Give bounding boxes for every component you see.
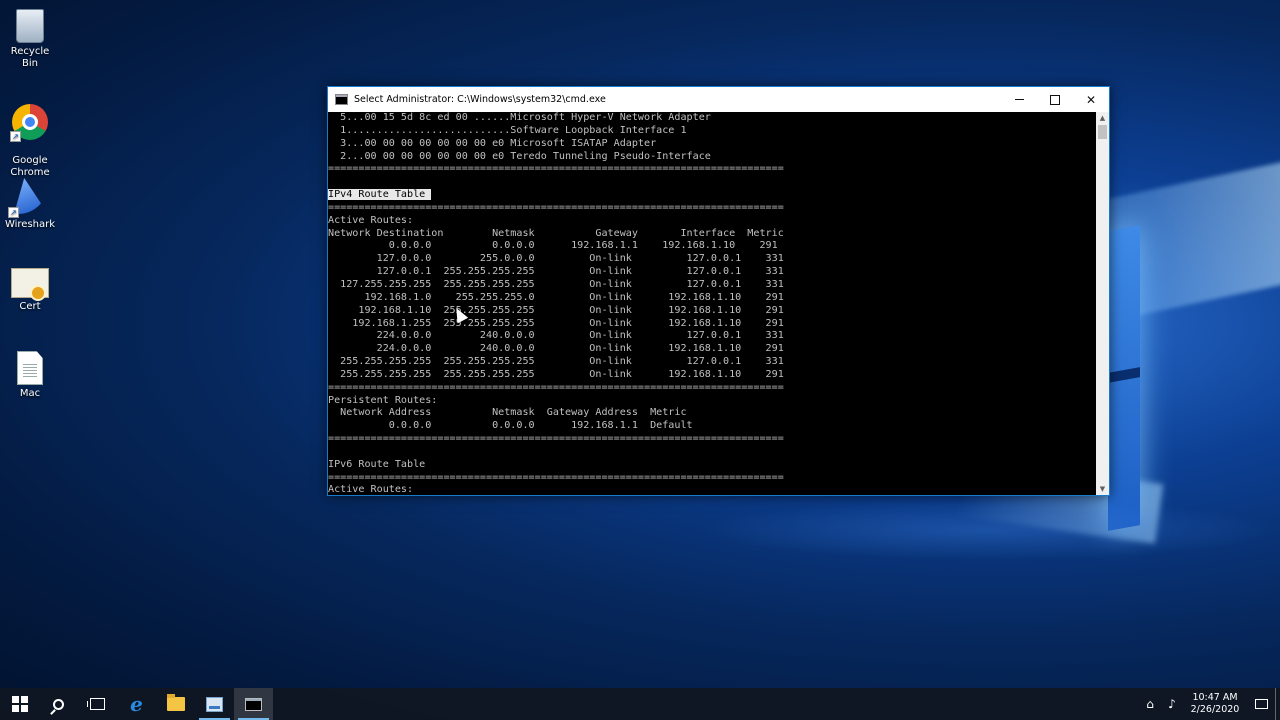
cmd-icon: [335, 94, 348, 105]
text-file-icon: [17, 351, 43, 385]
close-button[interactable]: ✕: [1073, 87, 1109, 112]
taskbar-server-manager[interactable]: [195, 688, 234, 720]
task-view-button[interactable]: [78, 688, 117, 720]
console-line: ========================================…: [328, 381, 784, 393]
console-line: 127.255.255.255 255.255.255.255 On-link …: [328, 278, 784, 290]
console-line: Active Routes:: [328, 214, 414, 226]
console-output[interactable]: 5...00 15 5d 8c ed 00 ......Microsoft Hy…: [328, 112, 1096, 495]
console-line: Active Routes:: [328, 484, 414, 495]
desktop-icon-label: Recycle Bin: [10, 46, 50, 69]
console-line: 127.0.0.1 255.255.255.255 On-link 127.0.…: [328, 266, 784, 278]
console-line: 224.0.0.0 240.0.0.0 On-link 192.168.1.10…: [328, 343, 784, 355]
server-manager-icon: [206, 696, 223, 712]
desktop-icon-mac[interactable]: Mac: [4, 348, 56, 400]
console-line: ========================================…: [328, 163, 784, 175]
window-titlebar[interactable]: Select Administrator: C:\Windows\system3…: [328, 87, 1109, 112]
task-view-icon: [87, 698, 105, 710]
console-line: Persistent Routes:: [328, 394, 438, 406]
console-line: Network Address Netmask Gateway Address …: [328, 407, 687, 419]
clock-date: 2/26/2020: [1190, 704, 1240, 715]
action-center-button[interactable]: [1247, 688, 1275, 720]
console-line: IPv6 Route Table: [328, 458, 426, 470]
shortcut-arrow-icon: ↗: [8, 207, 19, 218]
console-line: 2...00 00 00 00 00 00 00 e0 Teredo Tunne…: [328, 150, 711, 162]
system-tray: ⌂ ♪ 10:47 AM 2/26/2020: [1139, 688, 1280, 720]
certificate-icon: [11, 268, 49, 301]
maximize-button[interactable]: [1037, 87, 1073, 112]
start-button[interactable]: [0, 688, 39, 720]
minimize-button[interactable]: [1001, 87, 1037, 112]
console-line: 0.0.0.0 0.0.0.0 192.168.1.1 Default: [328, 420, 693, 432]
console-line: 224.0.0.0 240.0.0.0 On-link 127.0.0.1 33…: [328, 330, 784, 342]
taskbar-command-prompt[interactable]: [234, 688, 273, 720]
console-line: IPv4 Route Table: [328, 189, 1096, 202]
console-line: ========================================…: [328, 433, 784, 445]
wallpaper-glow: [700, 500, 1280, 560]
recycle-bin-icon: [16, 9, 44, 43]
console-line: ========================================…: [328, 201, 784, 213]
network-icon[interactable]: ⌂: [1139, 688, 1161, 720]
cmd-icon: [245, 697, 262, 711]
console-line: 5...00 15 5d 8c ed 00 ......Microsoft Hy…: [328, 112, 711, 123]
console-line: 0.0.0.0 0.0.0.0 192.168.1.1 192.168.1.10…: [328, 240, 778, 252]
console-line: 192.168.1.10 255.255.255.255 On-link 192…: [328, 304, 784, 316]
action-center-icon: [1254, 699, 1268, 709]
desktop-icon-label: Mac: [19, 388, 41, 399]
console-line: 255.255.255.255 255.255.255.255 On-link …: [328, 356, 784, 368]
console-line: 192.168.1.0 255.255.255.0 On-link 192.16…: [328, 291, 784, 303]
internet-explorer-icon: e: [130, 692, 143, 716]
wireshark-icon: ↗: [8, 176, 50, 218]
scroll-thumb[interactable]: [1098, 125, 1107, 139]
shortcut-arrow-icon: ↗: [10, 131, 21, 142]
folder-icon: [166, 694, 185, 711]
scroll-down-arrow-icon[interactable]: ▼: [1096, 483, 1109, 495]
scroll-up-arrow-icon[interactable]: ▲: [1096, 112, 1109, 124]
taskbar-internet-explorer[interactable]: e: [117, 688, 156, 720]
close-icon: ✕: [1085, 92, 1097, 107]
vertical-scrollbar[interactable]: ▲ ▼: [1096, 112, 1109, 495]
show-desktop-button[interactable]: [1275, 688, 1280, 720]
desktop-icon-recycle-bin[interactable]: Recycle Bin: [4, 6, 56, 70]
console-line: ========================================…: [328, 471, 784, 483]
console-line: 192.168.1.255 255.255.255.255 On-link 19…: [328, 317, 784, 329]
console-line: 255.255.255.255 255.255.255.255 On-link …: [328, 368, 784, 380]
desktop-icon-cert[interactable]: Cert: [4, 262, 56, 313]
search-icon: [53, 698, 64, 710]
console-line: 3...00 00 00 00 00 00 00 e0 Microsoft IS…: [328, 137, 657, 149]
search-button[interactable]: [39, 688, 78, 720]
windows-logo-icon: [11, 696, 28, 712]
clock-time: 10:47 AM: [1192, 692, 1238, 703]
taskbar-file-explorer[interactable]: [156, 688, 195, 720]
console-line: 127.0.0.0 255.0.0.0 On-link 127.0.0.1 33…: [328, 253, 784, 265]
desktop-icon-label: Wireshark: [4, 219, 56, 230]
window-title: Select Administrator: C:\Windows\system3…: [354, 94, 606, 105]
cmd-window[interactable]: Select Administrator: C:\Windows\system3…: [327, 86, 1110, 496]
clock[interactable]: 10:47 AM 2/26/2020: [1183, 692, 1247, 716]
console-line: Network Destination Netmask Gateway Inte…: [328, 227, 784, 239]
chrome-icon: ↗: [10, 104, 48, 142]
desktop-icon-wireshark[interactable]: ↗ Wireshark: [4, 176, 56, 231]
desktop-icon-label: Cert: [19, 301, 41, 312]
selected-text: IPv4 Route Table: [328, 189, 432, 201]
console-line: 1...........................Software Loo…: [328, 124, 687, 136]
taskbar: e ⌂ ♪ 10:47 AM 2/26/2020: [0, 688, 1280, 720]
volume-icon[interactable]: ♪: [1161, 688, 1183, 720]
